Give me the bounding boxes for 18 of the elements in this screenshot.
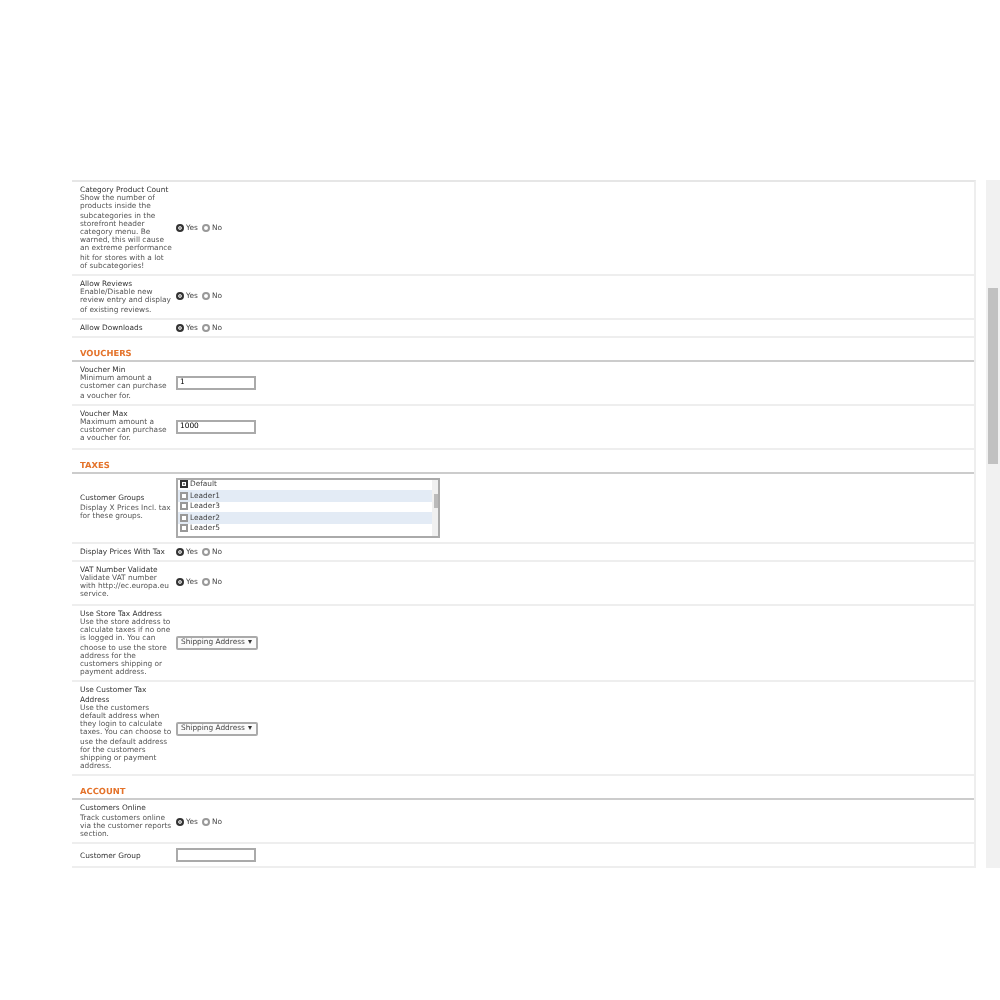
radio-icon[interactable] — [176, 578, 184, 587]
checkbox[interactable] — [180, 502, 188, 511]
radio-icon[interactable] — [176, 292, 184, 301]
checkbox[interactable] — [180, 491, 188, 500]
checkbox[interactable] — [180, 480, 188, 489]
radio-icon[interactable] — [176, 323, 184, 332]
radio-icon[interactable] — [201, 224, 210, 232]
radio-icon[interactable] — [201, 292, 210, 301]
radio-icon[interactable] — [176, 224, 184, 232]
input-field[interactable] — [176, 848, 256, 863]
radio-icon[interactable] — [176, 547, 184, 556]
radio-icon[interactable] — [201, 547, 210, 556]
checkbox[interactable] — [180, 513, 188, 522]
checkbox[interactable] — [180, 524, 188, 533]
radio-icon[interactable] — [201, 323, 210, 332]
radio-icon[interactable] — [176, 817, 184, 826]
radio-icon[interactable] — [201, 578, 210, 587]
radio-icon[interactable] — [201, 817, 210, 826]
